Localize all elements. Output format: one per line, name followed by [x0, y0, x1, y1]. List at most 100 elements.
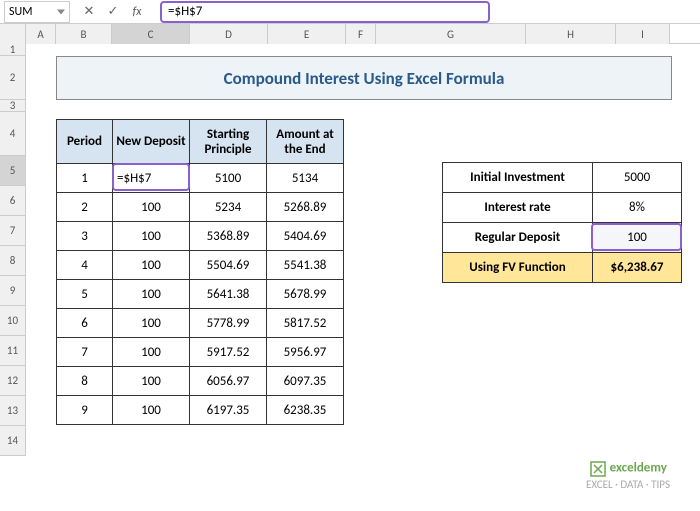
table-header-row: Period New Deposit Starting Principle Am… [57, 120, 344, 164]
col-new-deposit: New Deposit [113, 120, 190, 164]
cell[interactable]: 100 [113, 309, 190, 338]
cell[interactable]: 5917.52 [190, 338, 267, 367]
col-header-d[interactable]: D [190, 24, 268, 44]
cell[interactable]: 6097.35 [267, 367, 344, 396]
logo-icon [589, 460, 607, 478]
row-headers: 1234567891011121314 [0, 44, 26, 456]
value-fv-function[interactable]: $6,238.67 [593, 253, 682, 283]
cell-area[interactable]: Compound Interest Using Excel Formula Pe… [26, 44, 700, 456]
cell[interactable]: 5956.97 [267, 338, 344, 367]
col-amount-end: Amount at the End [267, 120, 344, 164]
cell[interactable]: 2 [57, 193, 113, 222]
logo: exceldemy EXCEL · DATA · TIPS [586, 460, 670, 491]
logo-tagline: EXCEL · DATA · TIPS [586, 478, 670, 491]
cell[interactable]: 9 [57, 396, 113, 425]
table-row: Interest rate8% [443, 193, 682, 223]
parameters-table: Initial Investment5000 Interest rate8% R… [442, 162, 682, 283]
col-header-b[interactable]: B [56, 24, 112, 44]
cell[interactable]: 6 [57, 309, 113, 338]
cell[interactable]: 5541.38 [267, 251, 344, 280]
cell[interactable]: 5 [57, 280, 113, 309]
row-header-12[interactable]: 12 [0, 366, 26, 396]
col-period: Period [57, 120, 113, 164]
cell[interactable]: 1 [57, 164, 113, 193]
table-row: 210052345268.89 [57, 193, 344, 222]
cell[interactable]: 5268.89 [267, 193, 344, 222]
select-all-corner[interactable] [0, 24, 26, 44]
cell[interactable]: 5504.69 [190, 251, 267, 280]
col-header-i[interactable]: I [616, 24, 670, 44]
cell[interactable]: 6238.35 [267, 396, 344, 425]
cell[interactable]: 6197.35 [190, 396, 267, 425]
row-header-8[interactable]: 8 [0, 246, 26, 276]
name-box[interactable]: SUM [4, 1, 70, 23]
row-header-5[interactable]: 5 [0, 156, 26, 186]
cell[interactable]: 100 [113, 338, 190, 367]
formula-input[interactable]: =$H$7 [154, 2, 694, 22]
cell[interactable]: 5817.52 [267, 309, 344, 338]
cell[interactable]: 6056.97 [190, 367, 267, 396]
table-row: 1=$H$751005134 [57, 164, 344, 193]
cell[interactable]: 8 [57, 367, 113, 396]
row-header-9[interactable]: 9 [0, 276, 26, 306]
spreadsheet-grid: ABCDEFGHI 1234567891011121314 Compound I… [0, 24, 700, 456]
cell[interactable]: 5368.89 [190, 222, 267, 251]
page-title: Compound Interest Using Excel Formula [56, 56, 672, 100]
cell[interactable]: 5778.99 [190, 309, 267, 338]
column-headers: ABCDEFGHI [0, 24, 700, 44]
cell[interactable]: 5234 [190, 193, 267, 222]
col-header-e[interactable]: E [268, 24, 346, 44]
cell[interactable]: 5404.69 [267, 222, 344, 251]
row-header-2[interactable]: 2 [0, 56, 26, 100]
cell[interactable]: 100 [113, 251, 190, 280]
row-header-13[interactable]: 13 [0, 396, 26, 426]
cell[interactable]: =$H$7 [113, 164, 190, 193]
row-header-14[interactable]: 14 [0, 426, 26, 456]
col-header-f[interactable]: F [346, 24, 376, 44]
cancel-icon[interactable]: ✕ [78, 3, 100, 21]
row-header-11[interactable]: 11 [0, 336, 26, 366]
row-header-1[interactable]: 1 [0, 44, 26, 56]
label-initial-investment: Initial Investment [443, 163, 593, 193]
cell[interactable]: 100 [113, 367, 190, 396]
cell[interactable]: 100 [113, 280, 190, 309]
col-header-a[interactable]: A [26, 24, 56, 44]
row-header-10[interactable]: 10 [0, 306, 26, 336]
row-header-3[interactable]: 3 [0, 100, 26, 112]
cell[interactable]: 5641.38 [190, 280, 267, 309]
confirm-icon[interactable]: ✓ [102, 3, 124, 21]
formula-highlight: =$H$7 [160, 1, 490, 23]
col-header-c[interactable]: C [112, 24, 190, 44]
value-interest-rate[interactable]: 8% [593, 193, 682, 223]
logo-brand: exceldemy [610, 461, 667, 476]
label-interest-rate: Interest rate [443, 193, 593, 223]
table-row: 61005778.995817.52 [57, 309, 344, 338]
cell[interactable]: 100 [113, 193, 190, 222]
table-row: Initial Investment5000 [443, 163, 682, 193]
table-row: 81006056.976097.35 [57, 367, 344, 396]
col-header-h[interactable]: H [526, 24, 616, 44]
cell[interactable]: 100 [113, 396, 190, 425]
formula-bar: SUM ✕ ✓ fx =$H$7 [0, 0, 700, 24]
cell[interactable]: 100 [113, 222, 190, 251]
row-header-7[interactable]: 7 [0, 216, 26, 246]
cell[interactable]: 5678.99 [267, 280, 344, 309]
data-table: Period New Deposit Starting Principle Am… [56, 119, 344, 425]
cell[interactable]: 4 [57, 251, 113, 280]
row-header-4[interactable]: 4 [0, 112, 26, 156]
cell[interactable]: 7 [57, 338, 113, 367]
formula-bar-icons: ✕ ✓ fx [72, 3, 154, 21]
fx-icon[interactable]: fx [126, 3, 148, 21]
col-header-g[interactable]: G [376, 24, 526, 44]
table-row: 51005641.385678.99 [57, 280, 344, 309]
cell[interactable]: 5134 [267, 164, 344, 193]
cell[interactable]: 5100 [190, 164, 267, 193]
value-regular-deposit[interactable]: 100 [593, 223, 682, 253]
row-header-6[interactable]: 6 [0, 186, 26, 216]
table-row: Using FV Function$6,238.67 [443, 253, 682, 283]
table-row: 71005917.525956.97 [57, 338, 344, 367]
cell[interactable]: 3 [57, 222, 113, 251]
value-initial-investment[interactable]: 5000 [593, 163, 682, 193]
label-regular-deposit: Regular Deposit [443, 223, 593, 253]
table-row: 91006197.356238.35 [57, 396, 344, 425]
